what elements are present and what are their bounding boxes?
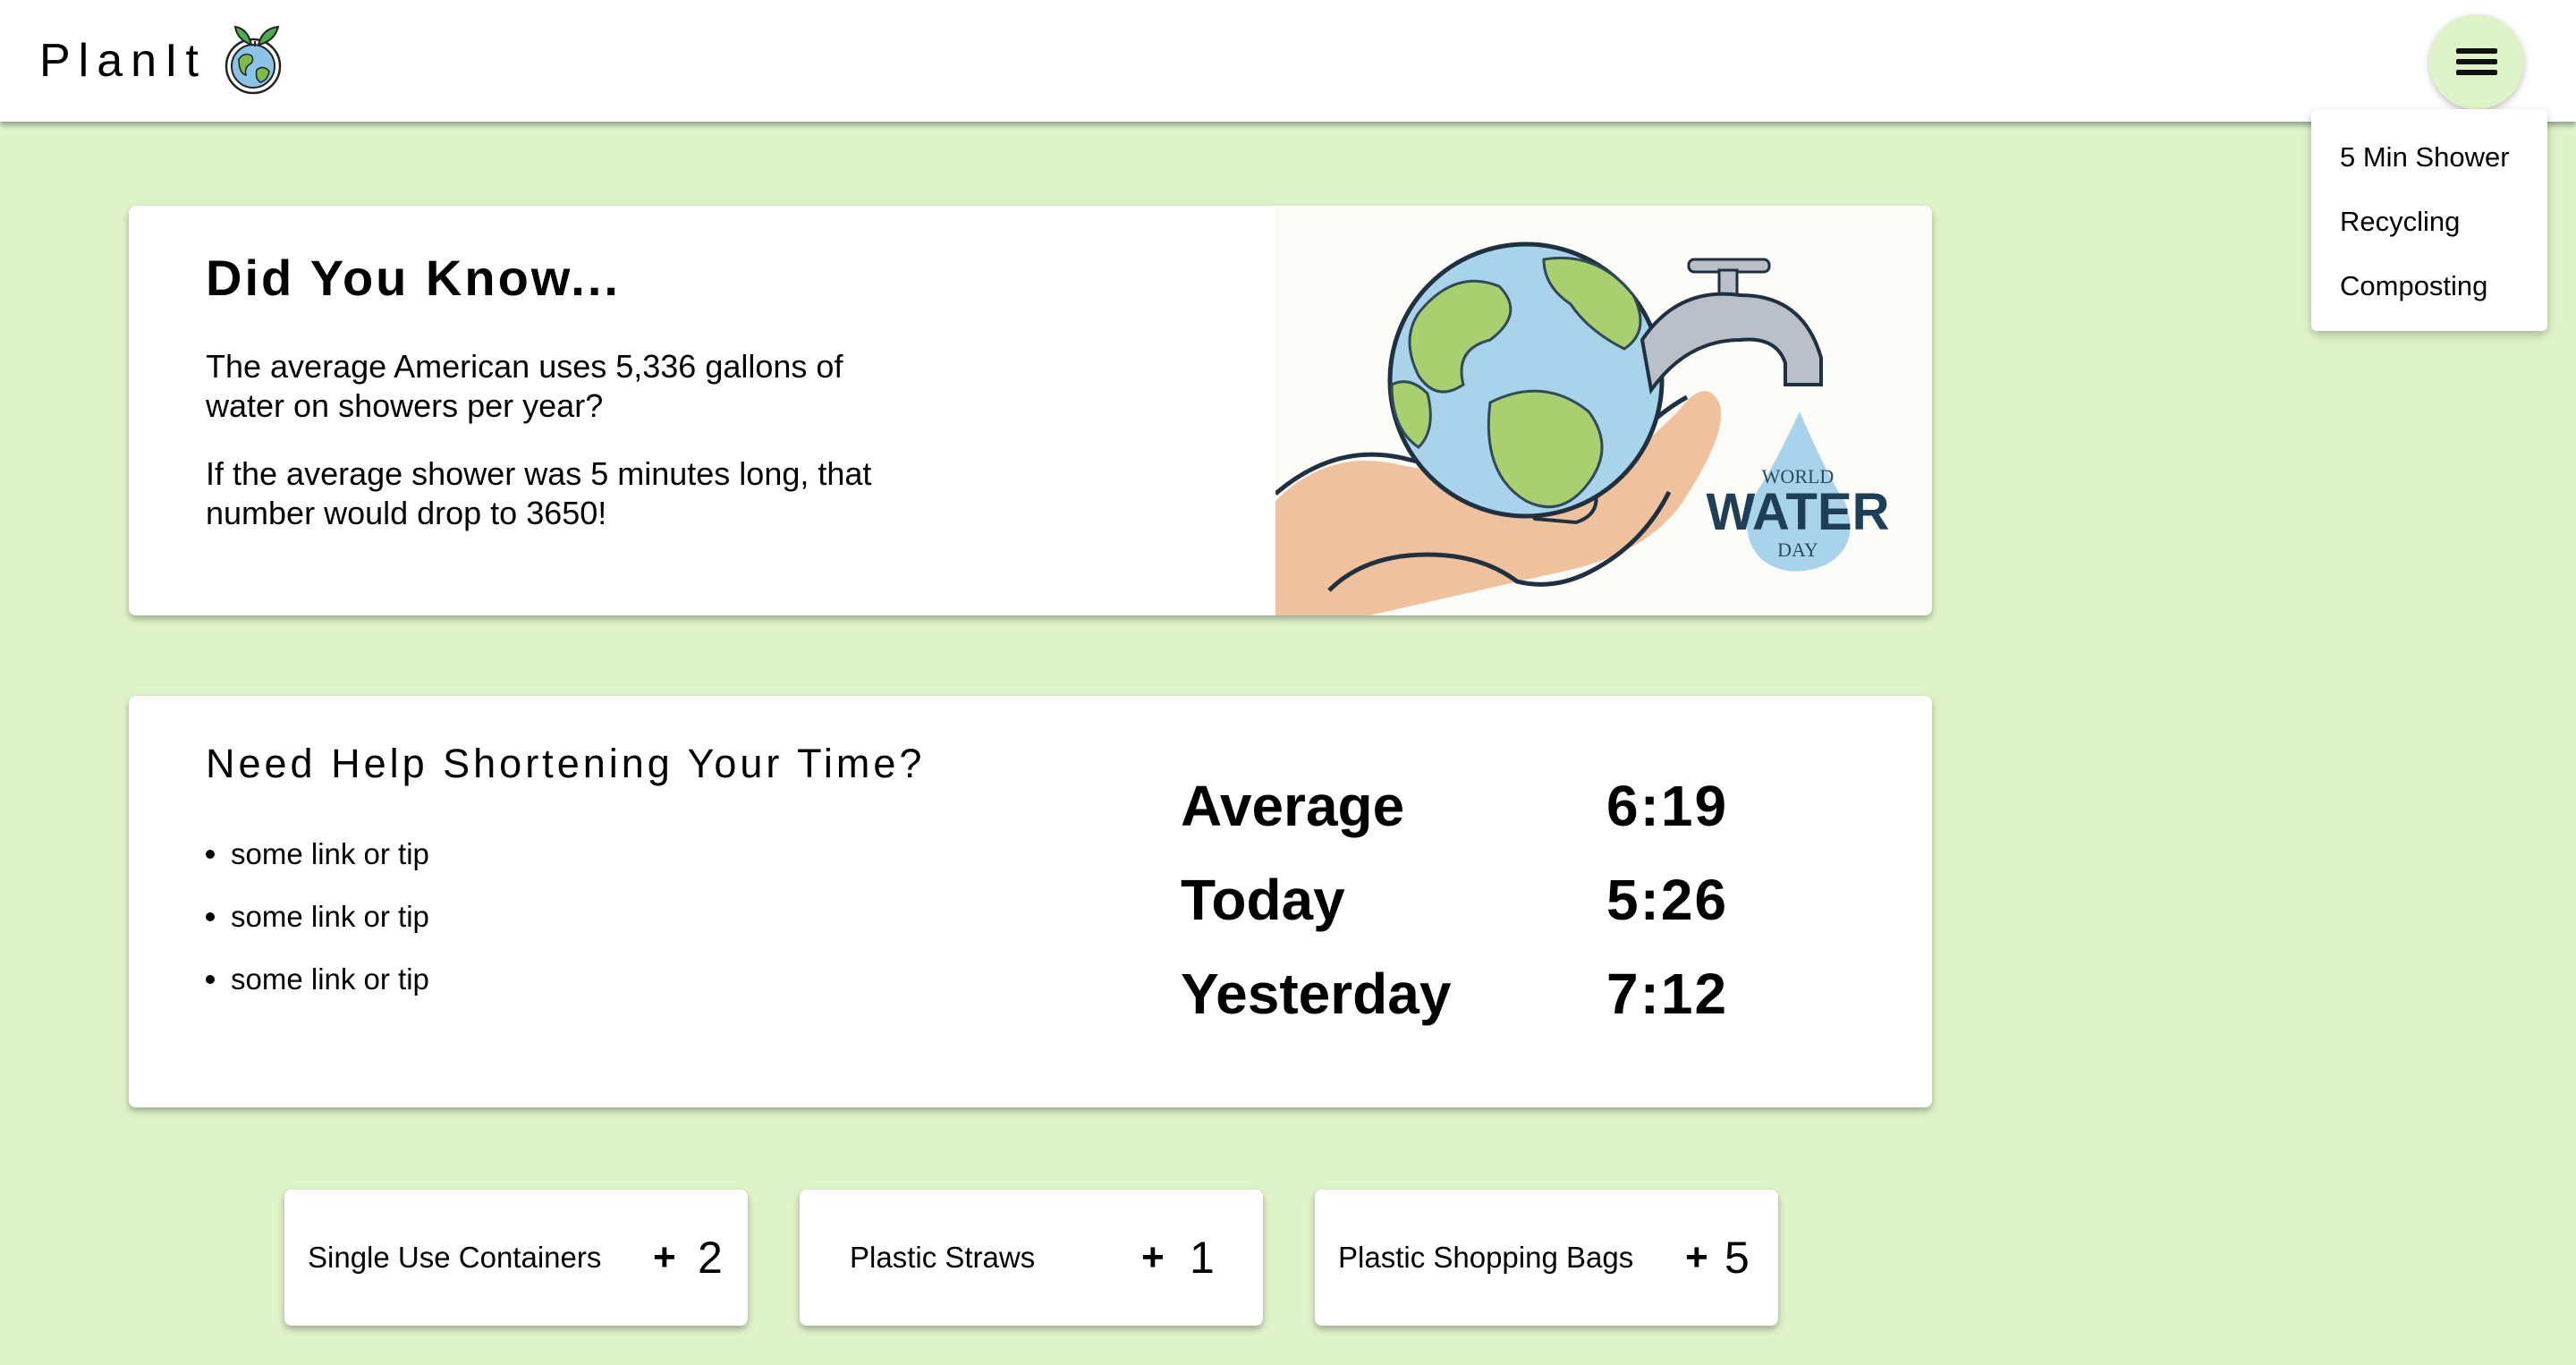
bullet-icon [206,850,215,859]
stat-row-yesterday: Yesterday 7:12 [1181,946,1728,1040]
counter-value: 5 [1724,1233,1750,1283]
did-you-know-title: Did You Know... [206,250,621,306]
brand[interactable]: PlanIt [39,0,294,122]
menu-item-composting[interactable]: Composting [2311,254,2547,318]
stat-label: Average [1181,773,1405,838]
menu-button[interactable] [2429,14,2524,109]
stat-value: 7:12 [1606,961,1729,1026]
counter-label: Plastic Shopping Bags [1338,1241,1634,1274]
stat-label: Today [1181,867,1345,932]
tip-link[interactable]: some link or tip [206,948,429,1011]
counter-label: Single Use Containers [308,1241,602,1274]
help-title: Need Help Shortening Your Time? [206,741,926,786]
stat-value: 6:19 [1606,773,1729,838]
menu-item-recycling[interactable]: Recycling [2311,190,2547,254]
tips-list: some link or tip some link or tip some l… [206,823,429,1011]
shorten-time-card: Need Help Shortening Your Time? some lin… [129,696,1932,1107]
did-you-know-fact: The average American uses 5,336 gallons … [206,348,843,424]
did-you-know-card: Did You Know... The average American use… [129,206,1932,615]
illustration-text-day: DAY [1777,538,1818,561]
counter-plastic-straws: Plastic Straws + 1 [800,1190,1263,1326]
tip-link[interactable]: some link or tip [206,823,429,886]
menu-item-5-min-shower[interactable]: 5 Min Shower [2311,125,2547,190]
increment-button[interactable]: + [1141,1190,1165,1326]
stat-label: Yesterday [1181,961,1452,1026]
tip-link[interactable]: some link or tip [206,886,429,948]
counter-value: 1 [1190,1233,1215,1283]
counter-label: Plastic Straws [850,1241,1036,1274]
increment-button[interactable]: + [1685,1190,1708,1326]
stat-value: 5:26 [1606,867,1729,932]
nav-dropdown-menu: 5 Min Shower Recycling Composting [2311,109,2547,331]
bullet-icon [206,912,215,921]
tip-label: some link or tip [231,900,429,933]
stat-row-today: Today 5:26 [1181,852,1728,946]
tip-label: some link or tip [231,962,429,996]
counter-value: 2 [698,1233,723,1283]
did-you-know-fact-followup: If the average shower was 5 minutes long… [206,455,872,531]
top-header: PlanIt [0,0,2576,122]
earth-faucet-hand-illustration: WORLD WATER DAY [1274,206,1932,615]
world-water-day-image: WORLD WATER DAY [1274,242,1890,615]
brand-title: PlanIt [39,35,207,87]
globe-leaf-icon [225,25,282,95]
tip-label: some link or tip [231,837,429,870]
illustration-text-water: WATER [1706,483,1889,541]
counter-plastic-shopping-bags: Plastic Shopping Bags + 5 [1315,1190,1778,1326]
hamburger-menu-icon [2456,43,2497,81]
increment-button[interactable]: + [653,1190,676,1326]
bullet-icon [206,975,215,984]
stat-row-average: Average 6:19 [1181,759,1728,852]
shower-time-stats: Average 6:19 Today 5:26 Yesterday 7:12 [1181,759,1728,1040]
counter-single-use-containers: Single Use Containers + 2 [284,1190,748,1326]
